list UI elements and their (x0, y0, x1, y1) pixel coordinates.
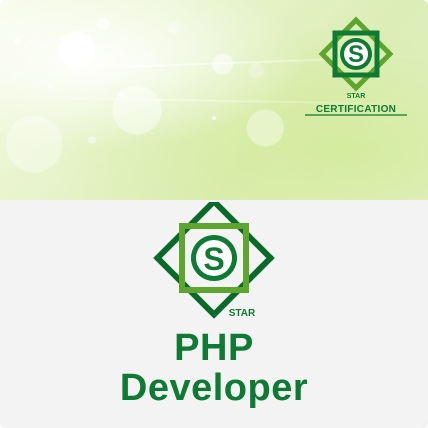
course-title-line-1: PHP (174, 327, 254, 369)
bokeh-dot (150, 54, 153, 57)
bokeh-dot (118, 92, 123, 97)
bokeh-dot (48, 84, 52, 88)
star-certification-logo: S STAR CERTIFICATION (305, 16, 407, 116)
certification-text: CERTIFICATION (316, 104, 396, 115)
logo-letter: S (348, 41, 364, 68)
bokeh-dot (168, 22, 180, 34)
bokeh-dot (248, 62, 264, 78)
course-card[interactable]: S STAR CERTIFICATION S STAR PHP Develope… (0, 0, 428, 428)
bokeh-dot (212, 116, 216, 120)
logo-letter: S (203, 241, 224, 277)
hero-banner: S STAR CERTIFICATION (0, 0, 428, 200)
bokeh-dot (14, 38, 20, 44)
logo-word: STAR (347, 93, 366, 100)
star-logo: S STAR (153, 202, 275, 319)
course-title-line-2: Developer (119, 367, 309, 409)
logo-word: STAR (229, 308, 256, 319)
bokeh-dot (88, 136, 96, 144)
